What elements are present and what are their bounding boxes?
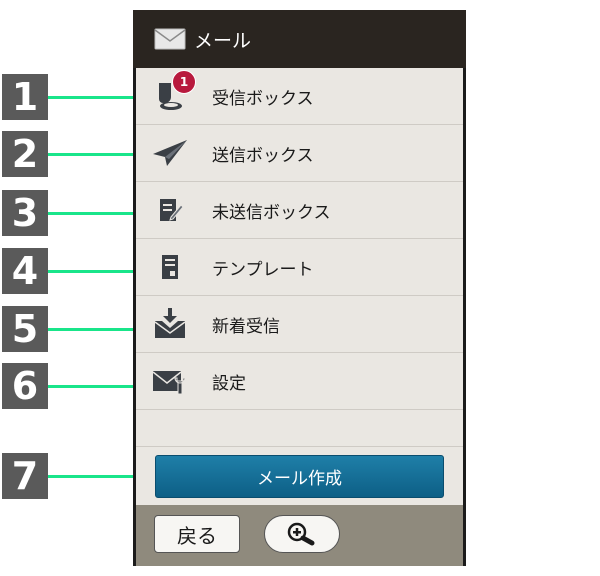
bottom-bar: 戻る <box>136 505 463 566</box>
zoom-in-icon <box>287 522 315 546</box>
phone-frame: メール 1 受信ボックス 送信ボックス 未送信ボックス テンプレート 新着受信 … <box>133 10 466 566</box>
menu-item-sent[interactable]: 送信ボックス <box>136 125 463 182</box>
menu-item-label: 未送信ボックス <box>212 203 331 223</box>
template-document-icon <box>162 255 178 279</box>
menu-item-label: 受信ボックス <box>212 89 314 109</box>
menu-item-drafts[interactable]: 未送信ボックス <box>136 182 463 239</box>
callout-6: 6 <box>2 363 48 409</box>
callout-5: 5 <box>2 306 48 352</box>
unread-count-badge: 1 <box>172 70 196 94</box>
new-mail-download-icon <box>154 308 186 338</box>
callout-1: 1 <box>2 74 48 120</box>
menu-item-label: 新着受信 <box>212 317 280 337</box>
callout-2: 2 <box>2 131 48 177</box>
compose-mail-button[interactable]: メール作成 <box>155 455 444 498</box>
menu-item-templates[interactable]: テンプレート <box>136 239 463 296</box>
menu-item-new-mail[interactable]: 新着受信 <box>136 296 463 353</box>
menu-item-label: 設定 <box>212 374 246 394</box>
menu-item-settings[interactable]: 設定 <box>136 353 463 410</box>
paper-plane-icon <box>153 140 187 166</box>
zoom-button[interactable] <box>264 515 340 553</box>
mail-settings-icon <box>152 371 186 395</box>
page-title: メール <box>194 29 252 52</box>
compose-area: メール作成 <box>136 447 463 505</box>
mail-menu-list: 1 受信ボックス 送信ボックス 未送信ボックス テンプレート 新着受信 設定 <box>136 68 463 505</box>
callout-3: 3 <box>2 190 48 236</box>
empty-row <box>136 410 463 447</box>
envelope-icon <box>154 28 186 50</box>
draft-note-icon <box>160 199 184 221</box>
callout-4: 4 <box>2 248 48 294</box>
callout-7: 7 <box>2 453 48 499</box>
menu-item-label: 送信ボックス <box>212 146 314 166</box>
menu-item-label: テンプレート <box>212 260 314 280</box>
back-button[interactable]: 戻る <box>154 515 240 553</box>
title-bar: メール <box>133 10 466 68</box>
menu-item-inbox[interactable]: 1 受信ボックス <box>136 68 463 125</box>
